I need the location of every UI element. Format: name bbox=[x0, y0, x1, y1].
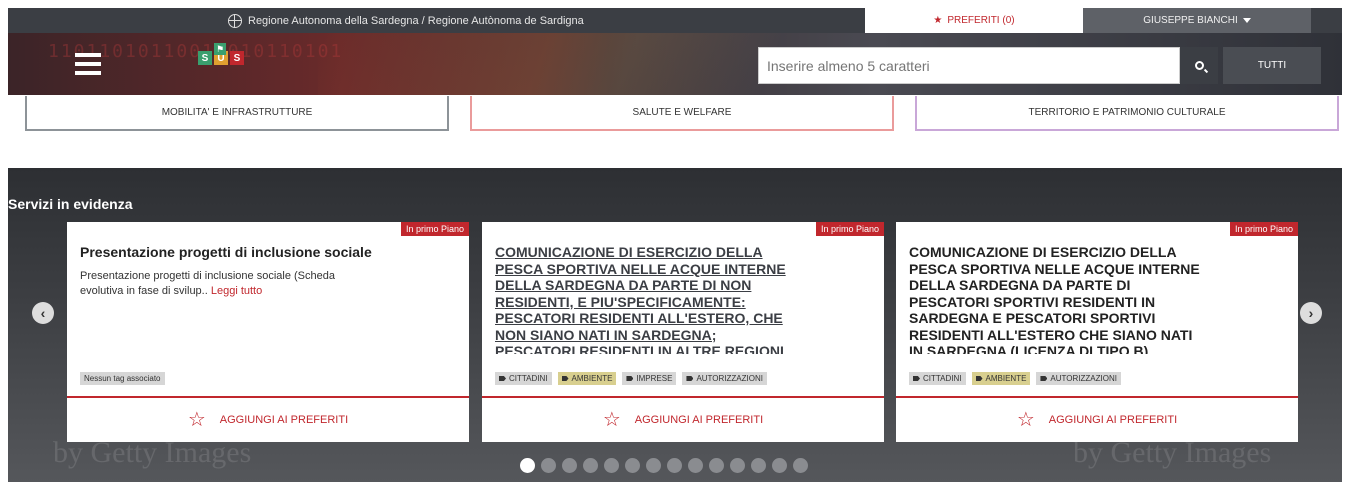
tag-icon bbox=[1040, 376, 1048, 381]
carousel-dot[interactable] bbox=[583, 458, 598, 473]
carousel-dot[interactable] bbox=[793, 458, 808, 473]
add-to-favorites-label: AGGIUNGI AI PREFERITI bbox=[634, 414, 764, 426]
add-to-favorites-button[interactable]: ☆ AGGIUNGI AI PREFERITI bbox=[67, 396, 469, 442]
carousel-dot[interactable] bbox=[667, 458, 682, 473]
add-to-favorites-button[interactable]: ☆ AGGIUNGI AI PREFERITI bbox=[896, 396, 1298, 442]
favorites-button[interactable]: ★ PREFERITI (0) bbox=[865, 8, 1083, 33]
card-description-text: Presentazione progetti di inclusione soc… bbox=[80, 270, 335, 297]
header-banner: 11011010110011010110101 ⚑ S U S TUTTI bbox=[8, 33, 1342, 95]
tag: IMPRESE bbox=[622, 372, 677, 385]
carousel-dot[interactable] bbox=[730, 458, 745, 473]
search-icon bbox=[1194, 61, 1204, 70]
card-title[interactable]: COMUNICAZIONE DI ESERCIZIO DELLA PESCA S… bbox=[909, 244, 1204, 354]
card-description: Presentazione progetti di inclusione soc… bbox=[80, 269, 380, 299]
search-scope-button[interactable]: TUTTI bbox=[1223, 47, 1321, 84]
carousel-prev-icon[interactable]: ‹ bbox=[32, 302, 54, 324]
chevron-down-icon bbox=[1242, 18, 1251, 23]
carousel-dot[interactable] bbox=[772, 458, 787, 473]
tag-icon bbox=[913, 376, 920, 381]
tag: AUTORIZZAZIONI bbox=[1036, 372, 1121, 385]
top-bar: Regione Autonoma della Sardegna / Region… bbox=[8, 8, 1342, 33]
service-card: In primo Piano COMUNICAZIONE DI ESERCIZI… bbox=[896, 222, 1298, 442]
category-health-welfare[interactable]: SALUTE E WELFARE bbox=[470, 96, 894, 131]
star-outline-icon: ☆ bbox=[187, 409, 206, 431]
tag-icon bbox=[686, 376, 694, 381]
highlight-badge: In primo Piano bbox=[815, 222, 884, 236]
tag-icon bbox=[626, 376, 634, 381]
category-territory-heritage[interactable]: TERRITORIO E PATRIMONIO CULTURALE bbox=[915, 96, 1339, 131]
highlight-badge: In primo Piano bbox=[1229, 222, 1298, 236]
carousel-dot[interactable] bbox=[562, 458, 577, 473]
service-card: In primo Piano COMUNICAZIONE DI ESERCIZI… bbox=[482, 222, 884, 442]
add-to-favorites-label: AGGIUNGI AI PREFERITI bbox=[1048, 414, 1178, 426]
tag: CITTADINI bbox=[909, 372, 966, 385]
search-input[interactable] bbox=[758, 47, 1180, 84]
featured-services-section: by Getty Images by Getty Images Servizi … bbox=[8, 168, 1342, 482]
category-mobility[interactable]: MOBILITA' E INFRASTRUTTURE bbox=[25, 96, 449, 131]
tag: AMBIENTE bbox=[557, 372, 617, 385]
tag-list: CITTADINI AMBIENTE AUTORIZZAZIONI bbox=[909, 372, 1121, 385]
search-button[interactable] bbox=[1180, 47, 1218, 84]
carousel-next-icon[interactable]: › bbox=[1300, 302, 1322, 324]
card-title[interactable]: Presentazione progetti di inclusione soc… bbox=[80, 244, 375, 261]
section-title: Servizi in evidenza bbox=[8, 196, 133, 212]
service-card: In primo Piano Presentazione progetti di… bbox=[67, 222, 469, 442]
favorites-label: PREFERITI (0) bbox=[947, 15, 1015, 26]
star-outline-icon: ☆ bbox=[1016, 409, 1035, 431]
add-to-favorites-button[interactable]: ☆ AGGIUNGI AI PREFERITI bbox=[482, 396, 884, 442]
star-outline-icon: ☆ bbox=[602, 409, 621, 431]
tag: CITTADINI bbox=[495, 372, 552, 385]
logo-letter: S bbox=[198, 51, 212, 65]
carousel-dot[interactable] bbox=[646, 458, 661, 473]
carousel-dot[interactable] bbox=[625, 458, 640, 473]
carousel-pager bbox=[520, 458, 808, 473]
tag: AMBIENTE bbox=[971, 372, 1031, 385]
flag-icon: ⚑ bbox=[214, 43, 226, 55]
add-to-favorites-label: AGGIUNGI AI PREFERITI bbox=[219, 414, 349, 426]
menu-icon[interactable] bbox=[75, 53, 101, 75]
card-title[interactable]: COMUNICAZIONE DI ESERCIZIO DELLA PESCA S… bbox=[495, 244, 790, 354]
tag: Nessun tag associato bbox=[80, 372, 165, 385]
star-icon: ★ bbox=[933, 15, 943, 26]
carousel-dot[interactable] bbox=[604, 458, 619, 473]
carousel-dot[interactable] bbox=[751, 458, 766, 473]
sus-logo[interactable]: ⚑ S U S bbox=[198, 43, 244, 65]
globe-icon bbox=[228, 13, 242, 28]
user-menu[interactable]: GIUSEPPE BIANCHI bbox=[1083, 8, 1311, 33]
carousel-dot[interactable] bbox=[541, 458, 556, 473]
tag-list: Nessun tag associato bbox=[80, 372, 165, 385]
tag: AUTORIZZAZIONI bbox=[682, 372, 767, 385]
carousel-dot[interactable] bbox=[688, 458, 703, 473]
carousel-dot[interactable] bbox=[709, 458, 724, 473]
region-link[interactable]: Regione Autonoma della Sardegna / Region… bbox=[228, 8, 584, 33]
highlight-badge: In primo Piano bbox=[400, 222, 469, 236]
tag-icon bbox=[561, 376, 569, 381]
carousel-dot[interactable] bbox=[520, 458, 535, 473]
user-name: GIUSEPPE BIANCHI bbox=[1143, 15, 1238, 26]
tag-icon bbox=[975, 376, 983, 381]
region-label: Regione Autonoma della Sardegna / Region… bbox=[248, 14, 584, 27]
logo-letter: S bbox=[230, 51, 244, 65]
tag-icon bbox=[499, 376, 506, 381]
tag-list: CITTADINI AMBIENTE IMPRESE AUTORIZZAZION… bbox=[495, 372, 767, 385]
read-more-link[interactable]: Leggi tutto bbox=[211, 285, 262, 297]
